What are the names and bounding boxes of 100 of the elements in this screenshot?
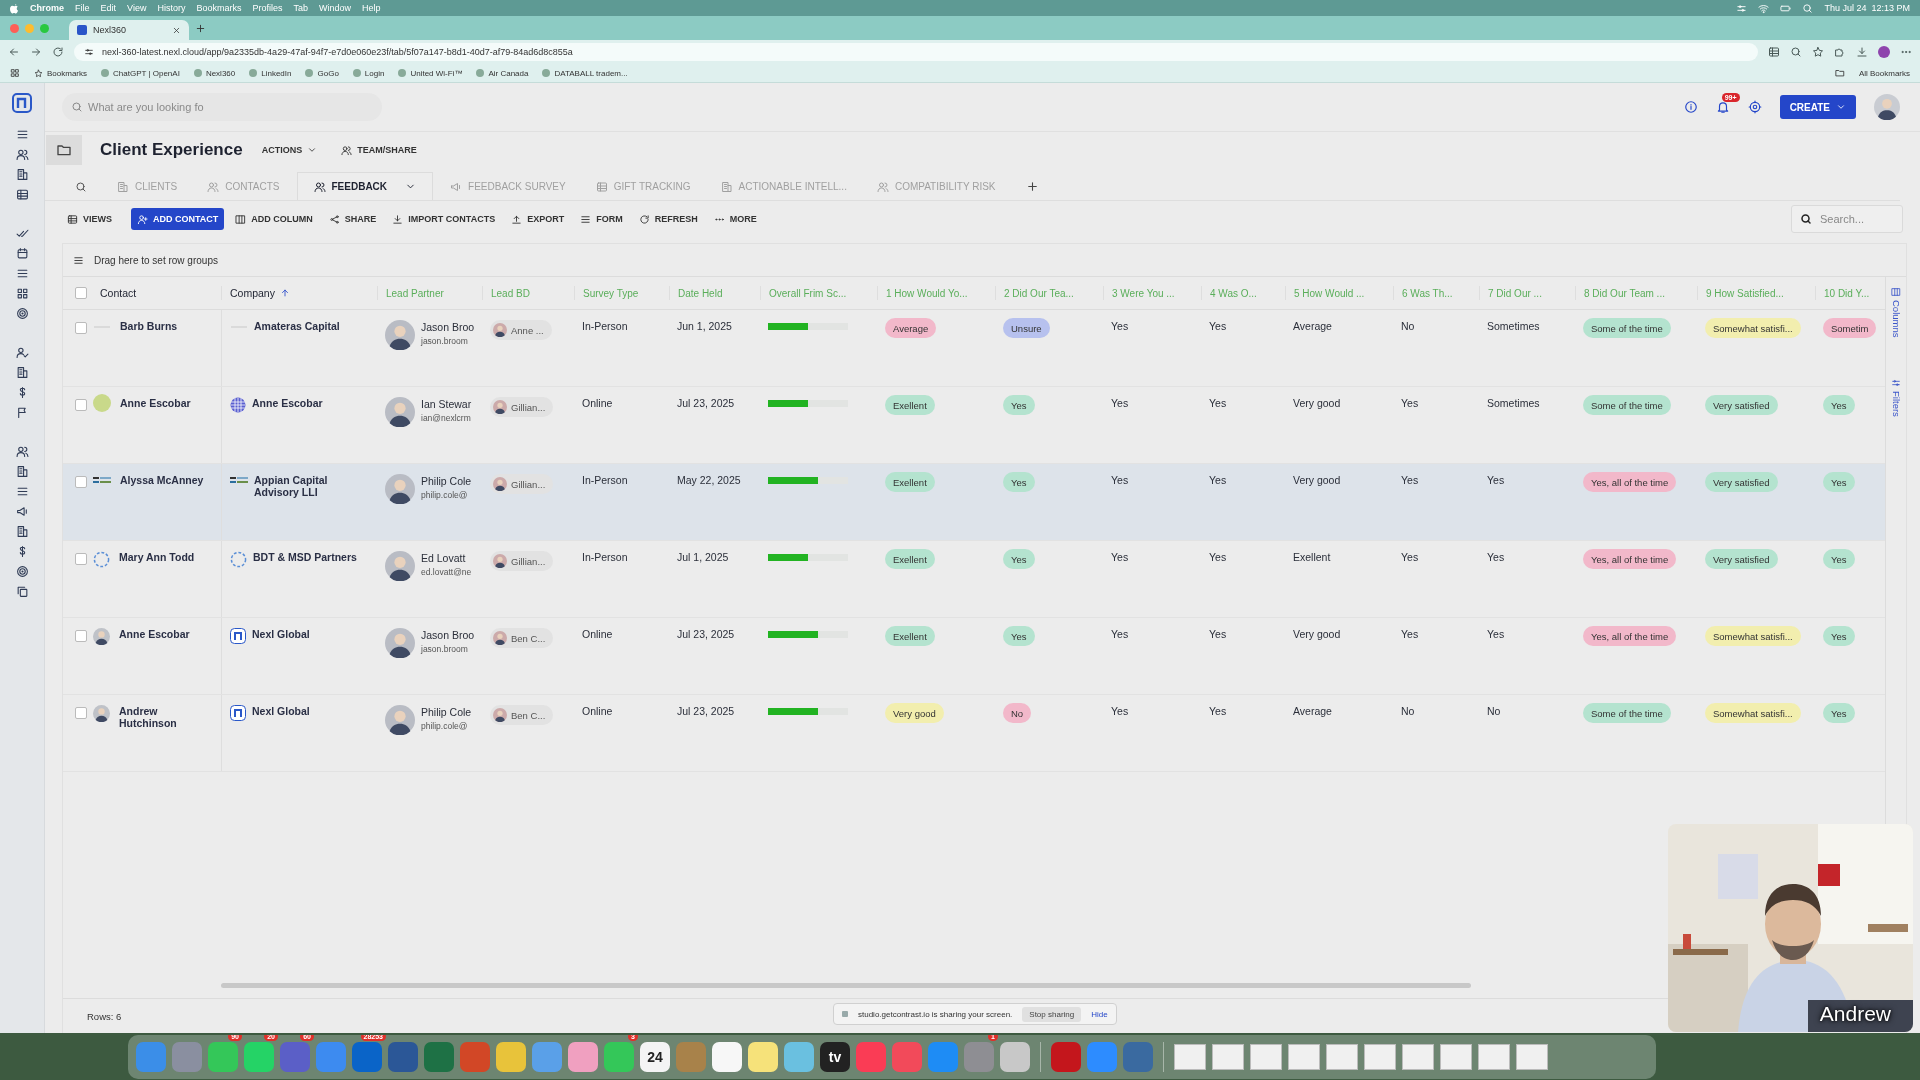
table-row[interactable]: Anne Escobar Nexl Global Jason Broo jason.broom Ben C... Online Jul 23, 2025 Exellent Yes Yes Yes Very good Yes Yes Yes, all of the time Somewhat satisfi... Yes — [63, 618, 1885, 695]
table-row[interactable]: Alyssa McAnney Appian Capital Advisory LLI Philip Cole philip.cole@ Gillian... In-Person May 22, 2025 Exellent Yes Yes Yes Very good Yes Yes Yes, all of the time Very satisfied Yes — [63, 464, 1885, 541]
company-name[interactable]: Anne Escobar — [252, 397, 323, 409]
document-thumbnail[interactable] — [1212, 1044, 1244, 1070]
checkbox[interactable] — [75, 476, 87, 488]
forward-icon[interactable] — [30, 46, 42, 58]
bookmark[interactable]: LinkedIn — [261, 68, 292, 78]
apple-logo[interactable] — [10, 2, 19, 14]
grid-icon[interactable] — [15, 287, 29, 300]
bookmark[interactable]: DATABALL tradem... — [554, 68, 628, 78]
company-name[interactable]: Appian Capital Advisory LLI — [254, 474, 369, 498]
zoom-button[interactable] — [40, 23, 49, 33]
document-thumbnail[interactable] — [1516, 1044, 1548, 1070]
document-thumbnail[interactable] — [1402, 1044, 1434, 1070]
building-icon[interactable] — [15, 168, 29, 181]
toolbar-button[interactable]: ADD COLUMN — [230, 208, 318, 230]
side-panel-tab[interactable]: Columns — [1890, 300, 1902, 338]
app-icon[interactable] — [1000, 1042, 1030, 1072]
scrollbar[interactable] — [221, 982, 1471, 988]
toolbar-button[interactable]: REFRESH — [633, 208, 703, 230]
create-button[interactable]: CREATE — [1779, 95, 1856, 119]
table-row[interactable]: Mary Ann Todd BDT & MSD Partners Ed Lovatt ed.lovatt@ne Gillian... In-Person Jul 1, 2025 Exellent Yes Yes Yes Exellent Yes Yes Yes, all of the time Very satisfied Yes — [63, 541, 1885, 618]
toolbar-button[interactable]: ADD CONTACT — [131, 208, 225, 230]
toolbar-button[interactable]: SHARE — [323, 208, 382, 230]
document-thumbnail[interactable] — [1364, 1044, 1396, 1070]
checkbox[interactable] — [75, 630, 87, 642]
app-logo[interactable] — [12, 93, 32, 113]
download-icon[interactable] — [1856, 46, 1868, 58]
info-icon[interactable] — [1683, 100, 1698, 114]
people-icon[interactable] — [15, 148, 29, 161]
column-header[interactable]: Contact — [100, 287, 137, 299]
building-icon[interactable] — [15, 525, 29, 538]
checkbox[interactable] — [75, 287, 87, 299]
checkbox[interactable] — [75, 707, 87, 719]
extension-icon[interactable] — [1834, 46, 1846, 58]
document-thumbnail[interactable] — [1478, 1044, 1510, 1070]
app-icon[interactable] — [748, 1042, 778, 1072]
document-thumbnail[interactable] — [1440, 1044, 1472, 1070]
flag-icon[interactable] — [15, 406, 29, 419]
app-icon[interactable] — [604, 1042, 634, 1072]
document-thumbnail[interactable] — [1174, 1044, 1206, 1070]
tune-icon[interactable] — [1736, 2, 1748, 14]
bookmark[interactable]: Air Canada — [488, 68, 529, 78]
app-icon[interactable]: 24 — [640, 1042, 670, 1072]
building-icon[interactable] — [15, 465, 29, 478]
app-icon[interactable] — [244, 1042, 274, 1072]
tab[interactable]: FEEDBACK — [296, 172, 434, 200]
browser-tab[interactable]: Nexl360 — [69, 20, 189, 40]
app-icon[interactable] — [1051, 1042, 1081, 1072]
stop-sharing-button[interactable]: Stop sharing — [1022, 1006, 1082, 1022]
screen-icon[interactable] — [1768, 46, 1780, 58]
bookmark[interactable]: All Bookmarks — [1858, 68, 1910, 78]
checkbox[interactable] — [75, 399, 87, 411]
contact-name[interactable]: Barb Burns — [120, 320, 178, 332]
app-icon[interactable]: tv — [820, 1042, 850, 1072]
target-icon[interactable] — [15, 565, 29, 578]
megaphone-icon[interactable] — [15, 505, 29, 518]
app-icon[interactable] — [784, 1042, 814, 1072]
bell-icon[interactable] — [1715, 100, 1730, 114]
profile-avatar[interactable] — [1878, 46, 1890, 58]
table-row[interactable]: Andrew Hutchinson Nexl Global Philip Cole philip.cole@ Ben C... Online Jul 23, 2025 Very good No Yes Yes Average No No Some of the time Somewhat satisfi... Yes — [63, 695, 1885, 772]
company-name[interactable]: Nexl Global — [252, 705, 310, 717]
zoom-icon[interactable] — [1790, 46, 1802, 58]
toolbar-button[interactable]: FORM — [575, 208, 628, 230]
apps-icon[interactable] — [10, 68, 20, 78]
document-thumbnail[interactable] — [1326, 1044, 1358, 1070]
global-search-field[interactable]: What are you looking fo — [62, 93, 382, 121]
contact-name[interactable]: Andrew Hutchinson — [119, 705, 213, 729]
settings-icon[interactable] — [1747, 100, 1762, 114]
toolbar-button[interactable]: MORE — [708, 208, 762, 230]
bookmark[interactable]: Login — [364, 68, 385, 78]
close-icon[interactable] — [172, 25, 181, 35]
app-icon[interactable] — [496, 1042, 526, 1072]
person-check-icon[interactable] — [15, 346, 29, 359]
bookmark[interactable]: GoGo — [317, 68, 339, 78]
bookmark[interactable]: United Wi-Fi™ — [410, 68, 463, 78]
contact-name[interactable]: Mary Ann Todd — [119, 551, 195, 563]
star-icon[interactable] — [1812, 46, 1824, 58]
company-name[interactable]: Amateras Capital — [254, 320, 340, 332]
hide-link[interactable]: Hide — [1091, 1009, 1108, 1019]
people-icon[interactable] — [15, 445, 29, 458]
menu-icon[interactable] — [15, 128, 29, 141]
user-avatar[interactable] — [1874, 94, 1900, 120]
list-icon[interactable] — [15, 267, 29, 280]
checkmarks-icon[interactable] — [15, 227, 29, 240]
checkbox[interactable] — [75, 322, 87, 334]
app-icon[interactable] — [424, 1042, 454, 1072]
company-name[interactable]: BDT & MSD Partners — [253, 551, 357, 563]
target-icon[interactable] — [15, 307, 29, 320]
building-icon[interactable] — [15, 366, 29, 379]
bookmark[interactable]: Bookmarks — [47, 68, 87, 78]
contact-name[interactable]: Alyssa McAnney — [120, 474, 204, 486]
toolbar-button[interactable]: VIEWS — [62, 208, 117, 230]
plus-icon[interactable] — [1025, 180, 1039, 193]
column-header[interactable]: Company — [230, 287, 290, 299]
document-thumbnail[interactable] — [1288, 1044, 1320, 1070]
contact-name[interactable]: Anne Escobar — [119, 628, 190, 640]
plus-icon[interactable] — [195, 22, 206, 34]
app-icon[interactable] — [388, 1042, 418, 1072]
actions-menu[interactable]: ACTIONS — [256, 139, 323, 161]
